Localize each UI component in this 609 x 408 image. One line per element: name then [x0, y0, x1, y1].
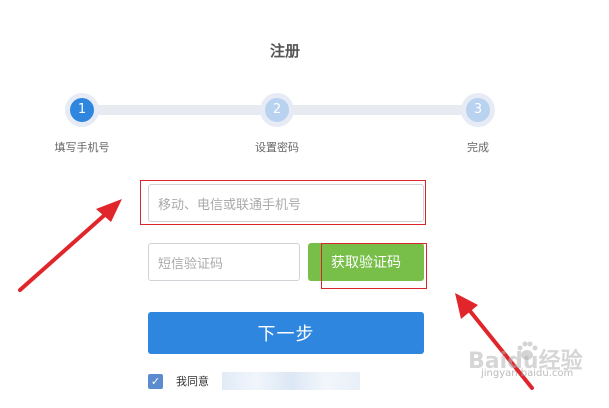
- obscured-agreement-link: [222, 372, 360, 390]
- baidu-paw-icon: [517, 341, 538, 360]
- arrow-left-icon: [18, 199, 122, 292]
- check-icon: ✓: [150, 375, 161, 388]
- watermark-url: jingyan.baidu.com: [481, 368, 574, 379]
- agree-checkbox[interactable]: ✓: [148, 374, 163, 389]
- agree-text: 我同意: [176, 375, 209, 388]
